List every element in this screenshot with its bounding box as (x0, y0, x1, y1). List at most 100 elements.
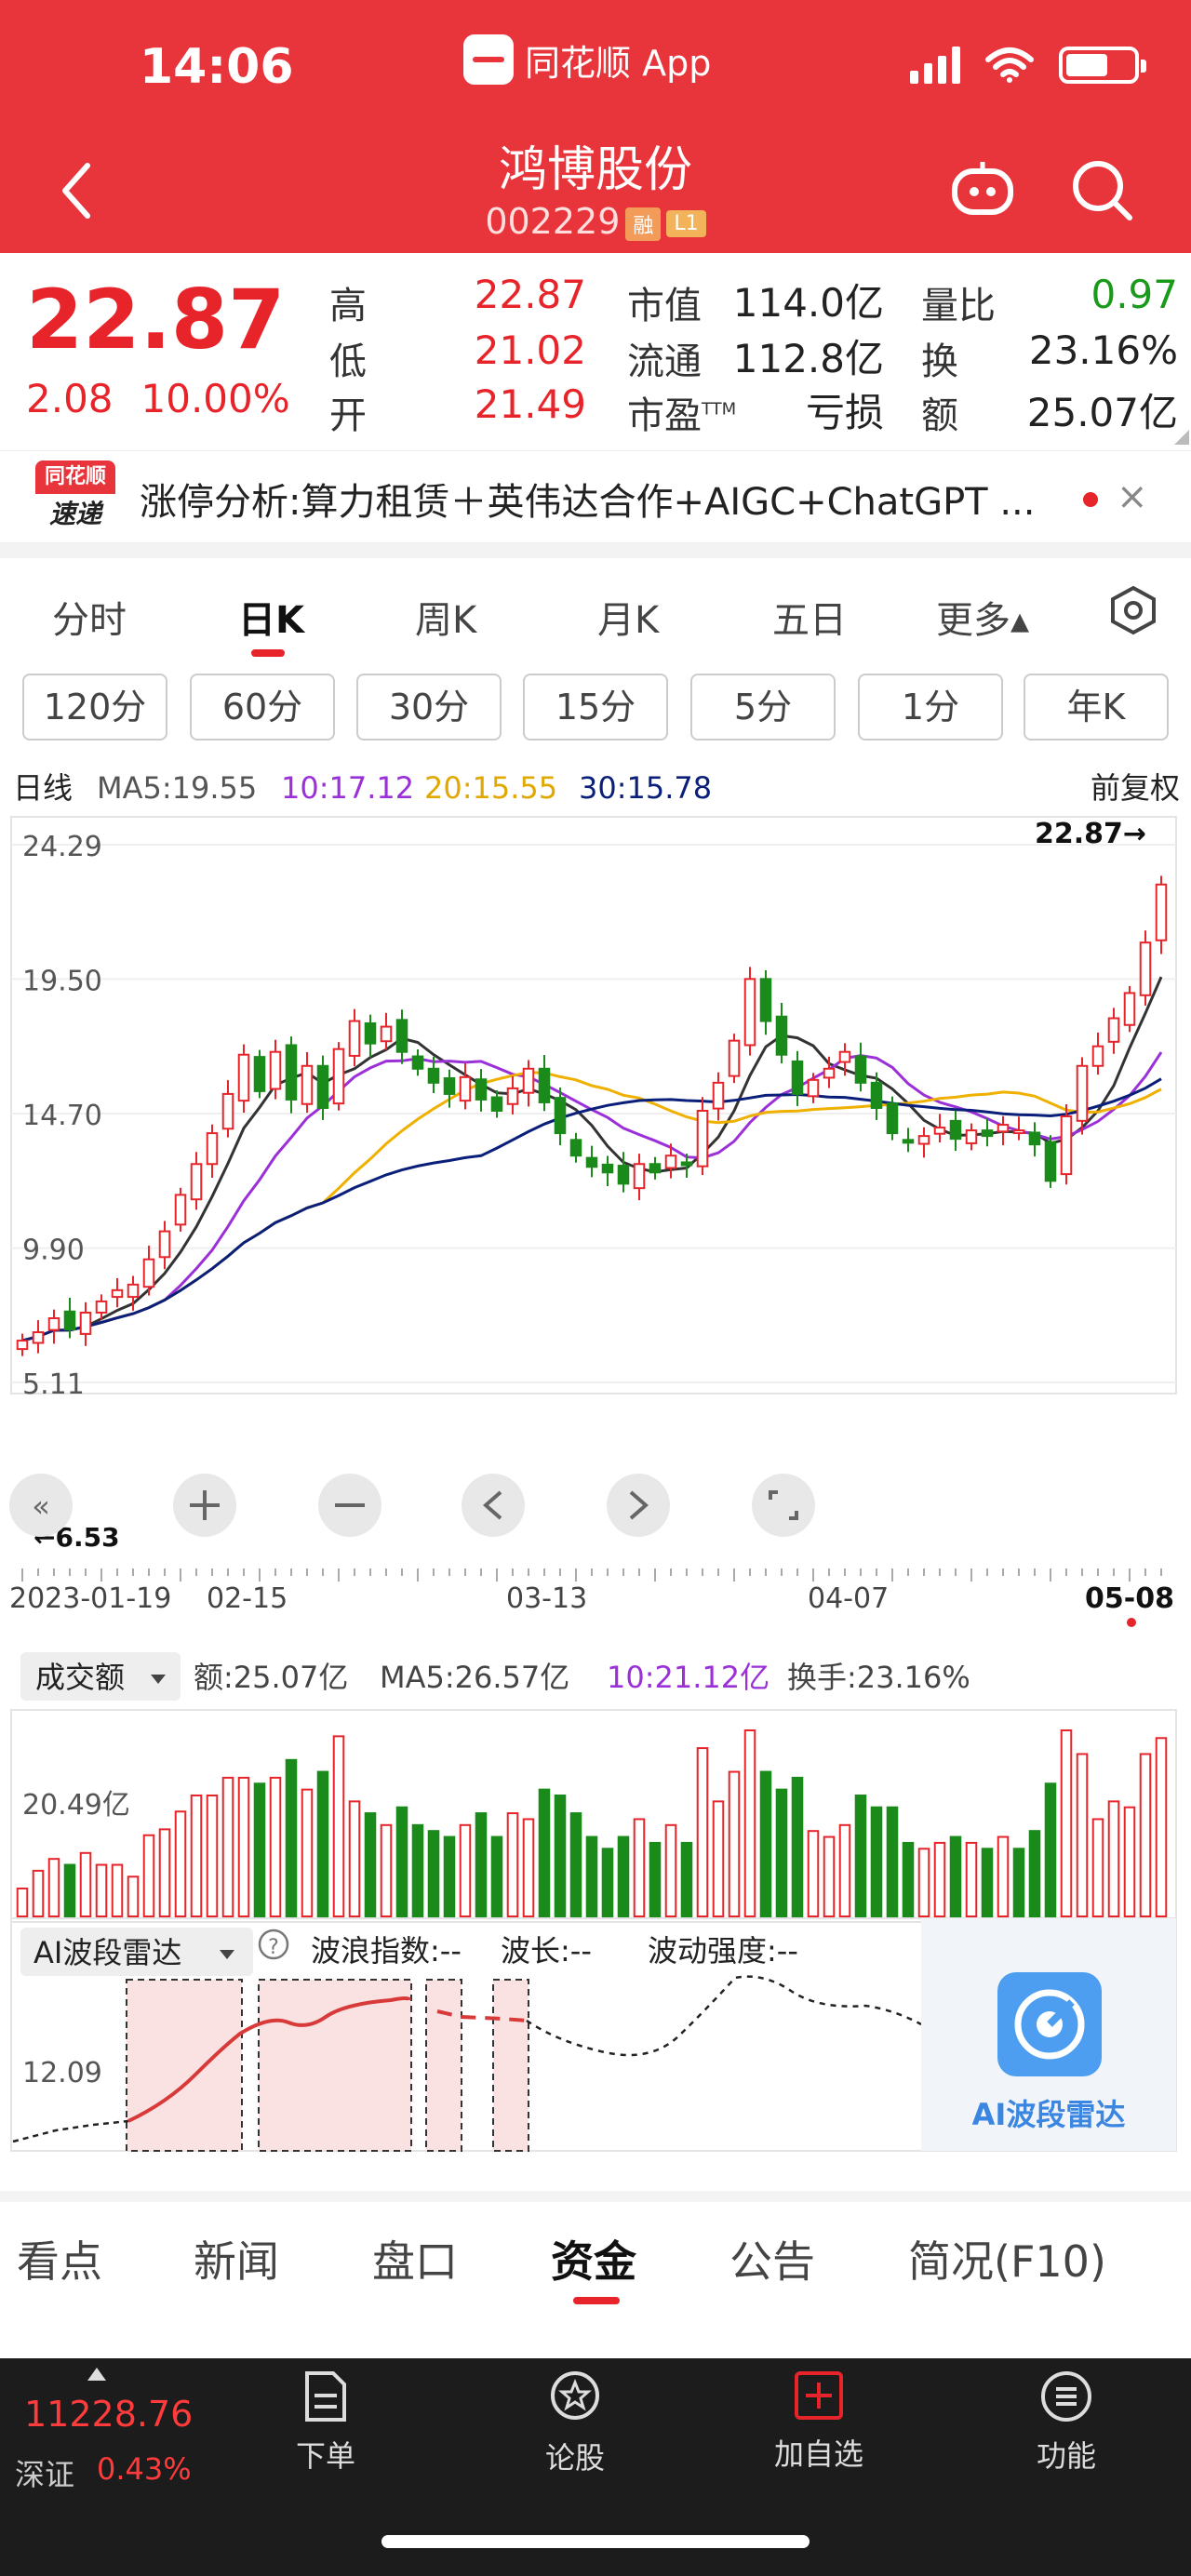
tab-highlights[interactable]: 看点 (17, 2228, 102, 2289)
candle-down (617, 1165, 630, 1185)
volume-ma5: MA5:26.57亿 (380, 1660, 569, 1695)
ma5-legend: MA5:19.55 (97, 770, 257, 806)
volume-bar-up (348, 1800, 361, 1918)
menu-icon (1041, 2371, 1091, 2422)
price-change: 2.08 10.00% (26, 376, 290, 421)
svg-text:«: « (32, 1488, 50, 1524)
kline-chart[interactable]: 日线 MA5:19.55 10:17.12 20:15.55 30:15.78 … (0, 754, 1191, 2182)
tab-timeshare[interactable]: 分时 (52, 590, 127, 644)
period-year-k-button[interactable]: 年K (1024, 674, 1169, 741)
tab-monthly-k[interactable]: 月K (597, 590, 659, 644)
date-label-2: 02-15 (207, 1582, 288, 1615)
settings-icon[interactable] (1107, 584, 1159, 636)
wave-curve-dashed (12, 2119, 129, 2143)
latest-date-dot (1127, 1618, 1136, 1627)
period-120min-button[interactable]: 120分 (22, 674, 167, 741)
nav-discuss[interactable]: 论股 (501, 2369, 649, 2477)
nav-functions[interactable]: 功能 (992, 2369, 1141, 2476)
app-indicator: 同花顺 App (463, 33, 711, 86)
period-30min-button[interactable]: 30分 (356, 674, 502, 741)
tab-announcements[interactable]: 公告 (729, 2228, 815, 2289)
scroll-left-button[interactable] (462, 1474, 525, 1537)
candle-up (237, 1053, 250, 1102)
volume-bar-up (728, 1770, 741, 1917)
date-label-start: 2023-01-19 (9, 1582, 171, 1615)
volume-bar-down (63, 1863, 76, 1917)
news-headline[interactable]: 涨停分析:算力租赁＋英伟达合作+AIGC+ChatGPT ... (140, 472, 1061, 526)
adjust-mode[interactable]: 前复权 (1091, 770, 1180, 806)
scroll-right-button[interactable] (607, 1474, 670, 1537)
candle-up (142, 1258, 155, 1288)
nav-add-watch[interactable]: 加自选 (744, 2369, 893, 2474)
volume-bar-down (680, 1841, 693, 1917)
candle-up (838, 1050, 851, 1063)
change-percent: 10.00% (141, 376, 290, 421)
scroll-left-far-button[interactable]: « (9, 1474, 73, 1537)
tab-order-book[interactable]: 盘口 (372, 2228, 458, 2289)
volume-bar-down (649, 1841, 662, 1917)
tab-more[interactable]: 更多▴ (936, 590, 1029, 644)
candle-down (902, 1139, 915, 1144)
tab-news[interactable]: 新闻 (194, 2228, 279, 2289)
app-logo-icon (463, 34, 514, 85)
wave-curve-forecast (526, 1975, 922, 2057)
candle-up (1091, 1045, 1104, 1067)
candle-down (443, 1077, 456, 1095)
price-tick-label: 14.70 (22, 1100, 102, 1132)
index-percent[interactable]: 0.43% (97, 2451, 192, 2487)
help-icon-glyph[interactable]: ? (268, 1936, 279, 1959)
volume-bar-up (1139, 1753, 1152, 1918)
period-5min-button[interactable]: 5分 (690, 674, 836, 741)
news-logo-icon: 同花顺 速递 (35, 460, 115, 531)
battery-icon (1059, 47, 1146, 84)
ai-radar-selector-label[interactable]: AI波段雷达 (33, 1935, 181, 1970)
volume-bar-down (285, 1758, 298, 1918)
candle-up (79, 1311, 92, 1335)
kline-chart-area[interactable]: 日线 MA5:19.55 10:17.12 20:15.55 30:15.78 … (0, 754, 1191, 2182)
candle-up (111, 1288, 124, 1299)
close-icon[interactable]: × (1117, 475, 1148, 518)
volume-bar-up (158, 1828, 171, 1918)
volume-bar-up (997, 1835, 1010, 1917)
price-tick-label: 19.50 (22, 965, 102, 997)
wave-highlight-boxes (126, 1979, 529, 2152)
period-tabs: 分时 日K 周K 月K 五日 更多▴ (0, 566, 1191, 657)
search-icon[interactable] (1070, 158, 1135, 223)
candle-down (1044, 1141, 1057, 1182)
fullscreen-button[interactable] (752, 1474, 815, 1537)
stock-code: 002229 (485, 201, 621, 242)
volume-bars (16, 1729, 1168, 1918)
news-banner[interactable]: 同花顺 速递 涨停分析:算力租赁＋英伟达合作+AIGC+ChatGPT ... … (0, 450, 1191, 543)
nav-order[interactable]: 下单 (251, 2369, 400, 2476)
expand-corner-icon[interactable] (1174, 430, 1189, 445)
candle-up (47, 1316, 60, 1331)
candle-down (395, 1019, 408, 1053)
volume-bar-up (522, 1818, 535, 1918)
tab-capital[interactable]: 资金 (551, 2228, 636, 2289)
tab-weekly-k[interactable]: 周K (415, 590, 476, 644)
period-60min-button[interactable]: 60分 (190, 674, 335, 741)
home-indicator[interactable] (381, 2535, 810, 2548)
add-watch-icon (795, 2371, 843, 2420)
robot-assistant-icon[interactable] (949, 158, 1016, 218)
candle-up (1107, 1017, 1120, 1043)
volume-selector-label[interactable]: 成交额 (35, 1660, 125, 1695)
tab-f10-profile[interactable]: 简况(F10) (908, 2228, 1106, 2289)
up-arrow-icon (87, 2368, 106, 2381)
candle-up (743, 978, 756, 1047)
zoom-in-button[interactable] (173, 1474, 236, 1537)
volume-bar-up (47, 1858, 60, 1917)
low-label: 低 (329, 340, 367, 383)
tab-five-day[interactable]: 五日 (772, 590, 847, 644)
zoom-out-button[interactable] (318, 1474, 381, 1537)
index-name[interactable]: 深证 (15, 2451, 74, 2494)
period-15min-button[interactable]: 15分 (523, 674, 668, 741)
tab-daily-k[interactable]: 日K (238, 590, 304, 644)
nav-discuss-label: 论股 (544, 2440, 605, 2476)
ai-radar-button-label[interactable]: AI波段雷达 (972, 2097, 1126, 2132)
index-value[interactable]: 11228.76 (24, 2394, 193, 2435)
volume-ratio-label: 量比 (921, 285, 996, 327)
period-1min-button[interactable]: 1分 (858, 674, 1003, 741)
volume-bar-up (459, 1823, 472, 1918)
ai-radar-button[interactable]: AI波段雷达 (921, 1918, 1176, 2151)
